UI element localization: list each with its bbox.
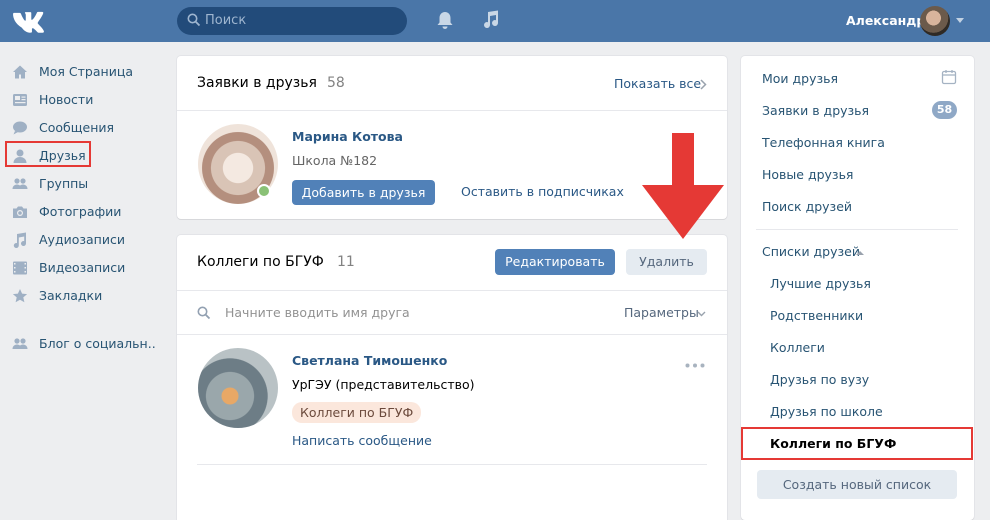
nav-item-messages[interactable]: Сообщения: [0, 114, 160, 142]
chevron-down-icon[interactable]: [697, 311, 706, 317]
right-nav: Мои друзья Заявки в друзья 58 Телефонная…: [741, 56, 974, 520]
calendar-icon[interactable]: [941, 69, 957, 85]
more-icon[interactable]: [685, 363, 705, 368]
nav-label: Закладки: [39, 288, 103, 303]
left-nav: Моя Страница Новости Сообщения Друзья Гр…: [0, 58, 160, 358]
search-icon: [187, 13, 201, 27]
rn-phone-book[interactable]: Телефонная книга: [762, 135, 885, 150]
add-friend-button[interactable]: Добавить в друзья: [292, 180, 435, 205]
red-arrow-annotation: [642, 133, 724, 239]
home-icon: [13, 65, 27, 79]
star-icon: [12, 289, 28, 303]
show-all-link[interactable]: Показать все: [614, 76, 701, 91]
rn-list-colleagues[interactable]: Коллеги: [770, 340, 825, 355]
nav-separator: [0, 310, 160, 330]
bell-icon[interactable]: [436, 11, 454, 31]
divider: [177, 334, 727, 335]
rn-list-relatives[interactable]: Родственники: [770, 308, 863, 323]
rn-lists-header[interactable]: Списки друзей: [762, 244, 860, 259]
rn-list-bguf[interactable]: Коллеги по БГУФ: [770, 436, 896, 451]
nav-item-my-page[interactable]: Моя Страница: [0, 58, 160, 86]
people-icon: [12, 338, 28, 349]
nav-item-video[interactable]: Видеозаписи: [0, 254, 160, 282]
nav-item-audio[interactable]: Аудиозаписи: [0, 226, 160, 254]
friend-university: УрГЭУ (представительство): [292, 377, 475, 392]
rn-find-friends[interactable]: Поиск друзей: [762, 199, 852, 214]
rn-list-best[interactable]: Лучшие друзья: [770, 276, 871, 291]
write-message-link[interactable]: Написать сообщение: [292, 433, 432, 448]
nav-item-groups[interactable]: Группы: [0, 170, 160, 198]
nav-item-bookmarks[interactable]: Закладки: [0, 282, 160, 310]
friend-search-input[interactable]: Начните вводить имя друга: [225, 305, 410, 320]
video-icon: [13, 261, 27, 275]
nav-label: Моя Страница: [39, 64, 133, 79]
divider: [177, 110, 727, 111]
nav-item-photos[interactable]: Фотографии: [0, 198, 160, 226]
nav-label: Фотографии: [39, 204, 122, 219]
music-icon: [13, 232, 26, 248]
search-placeholder: Поиск: [205, 13, 247, 28]
request-person-name[interactable]: Марина Котова: [292, 129, 403, 144]
nav-label: Видеозаписи: [39, 260, 126, 275]
online-indicator: [257, 184, 271, 198]
nav-label: Блог о социальн..: [39, 336, 156, 351]
rn-friend-requests[interactable]: Заявки в друзья: [762, 103, 869, 118]
groups-icon: [12, 178, 28, 189]
highlight-box-friends: [5, 141, 91, 167]
friend-name[interactable]: Светлана Тимошенко: [292, 353, 447, 368]
search-field[interactable]: Поиск: [177, 7, 407, 35]
rn-my-friends[interactable]: Мои друзья: [762, 71, 838, 86]
nav-label: Сообщения: [39, 120, 115, 135]
news-icon: [13, 94, 27, 106]
list-count: 11: [337, 254, 355, 270]
user-avatar[interactable]: [920, 6, 950, 36]
friend-list-tag[interactable]: Коллеги по БГУФ: [292, 402, 422, 423]
rn-new-friends[interactable]: Новые друзья: [762, 167, 853, 182]
nav-label: Новости: [39, 92, 94, 107]
requests-badge: 58: [932, 101, 957, 119]
requests-title: Заявки в друзья: [197, 75, 317, 91]
vk-logo[interactable]: [12, 9, 46, 33]
requests-count: 58: [327, 75, 345, 91]
chevron-up-icon[interactable]: [856, 250, 864, 255]
nav-item-news[interactable]: Новости: [0, 86, 160, 114]
user-name[interactable]: Александр: [846, 13, 925, 28]
avatar[interactable]: [198, 348, 278, 428]
search-icon: [197, 306, 211, 320]
divider: [756, 229, 958, 230]
top-bar: Поиск Александр: [0, 0, 990, 42]
request-person-school: Школа №182: [292, 153, 378, 168]
nav-label: Группы: [39, 176, 89, 191]
create-list-button[interactable]: Создать новый список: [757, 470, 957, 499]
chevron-down-icon[interactable]: [956, 18, 964, 23]
friend-search-row: Начните вводить имя друга Параметры: [177, 291, 727, 334]
list-title: Коллеги по БГУФ: [197, 254, 324, 270]
chevron-right-icon[interactable]: [700, 79, 707, 90]
messages-icon: [13, 121, 27, 135]
edit-list-button[interactable]: Редактировать: [495, 249, 615, 275]
divider: [197, 464, 707, 465]
rn-list-school[interactable]: Друзья по школе: [770, 404, 883, 419]
nav-item-blog[interactable]: Блог о социальн..: [0, 330, 160, 358]
keep-as-follower-button[interactable]: Оставить в подписчиках: [461, 184, 624, 199]
camera-icon: [13, 206, 27, 218]
delete-list-button[interactable]: Удалить: [626, 249, 707, 275]
friend-list-card: Коллеги по БГУФ 11 Редактировать Удалить…: [177, 235, 727, 520]
nav-label: Аудиозаписи: [39, 232, 125, 247]
rn-list-university[interactable]: Друзья по вузу: [770, 372, 869, 387]
parameters-dropdown[interactable]: Параметры: [624, 305, 699, 320]
music-note-icon[interactable]: [482, 10, 500, 30]
